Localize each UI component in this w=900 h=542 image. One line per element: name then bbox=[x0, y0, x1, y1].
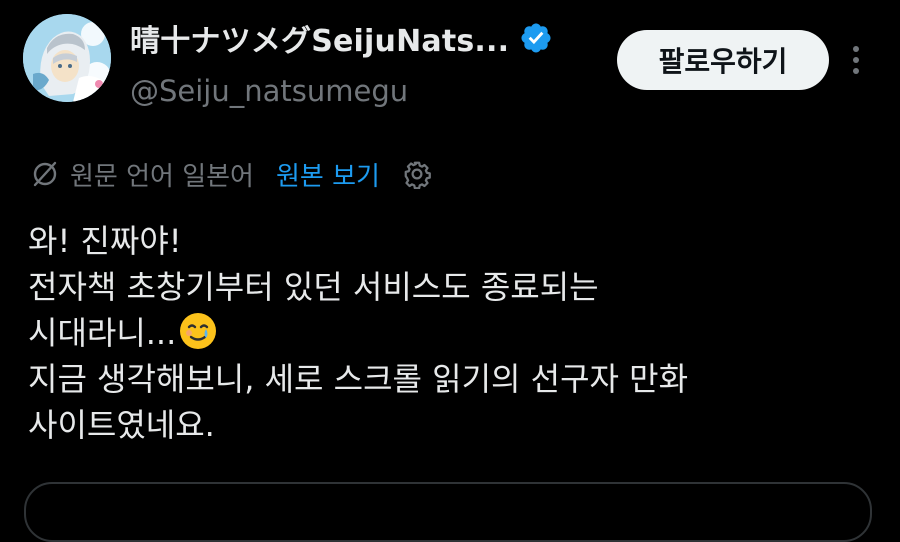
verified-badge-icon bbox=[519, 21, 553, 55]
translation-bar: 원문 언어 일본어 원본 보기 bbox=[30, 152, 432, 196]
author-display-name[interactable]: 晴十ナツメグSeijuNats... bbox=[130, 16, 509, 60]
follow-button[interactable]: 팔로우하기 bbox=[617, 30, 829, 90]
tweet-line: 전자책 초창기부터 있던 서비스도 종료되는 bbox=[28, 268, 599, 306]
author-name-row: 晴十ナツメグSeijuNats... bbox=[130, 16, 553, 60]
globe-translate-icon bbox=[30, 159, 60, 189]
tweet-line: 와! 진짜야! bbox=[28, 222, 182, 260]
gear-icon[interactable] bbox=[402, 159, 432, 190]
author-handle[interactable]: @Seiju_natsumegu bbox=[130, 74, 408, 108]
more-dot bbox=[853, 46, 859, 52]
translation-label: 원문 언어 일본어 bbox=[70, 161, 254, 192]
more-dot bbox=[853, 57, 859, 63]
quoted-post-card[interactable] bbox=[24, 482, 872, 542]
tweet-line: 지금 생각해보니, 세로 스크롤 읽기의 선구자 만화 bbox=[28, 360, 689, 398]
more-dot bbox=[853, 68, 859, 74]
tweet-header: 晴十ナツメグSeijuNats... @Seiju_natsumegu 팔로우하… bbox=[0, 0, 900, 120]
tweet-line-with-emoji: 시대라니... bbox=[28, 310, 878, 356]
tweet-text: 와! 진짜야! 전자책 초창기부터 있던 서비스도 종료되는 시대라니... 지… bbox=[28, 218, 878, 448]
tweet-line-text: 시대라니... bbox=[28, 314, 177, 352]
face-holding-back-tears-emoji bbox=[178, 311, 218, 351]
show-original-link[interactable]: 원본 보기 bbox=[276, 156, 380, 193]
avatar[interactable] bbox=[23, 14, 111, 102]
tweet-line: 사이트였네요. bbox=[28, 406, 215, 444]
more-dots-icon[interactable] bbox=[842, 40, 870, 80]
